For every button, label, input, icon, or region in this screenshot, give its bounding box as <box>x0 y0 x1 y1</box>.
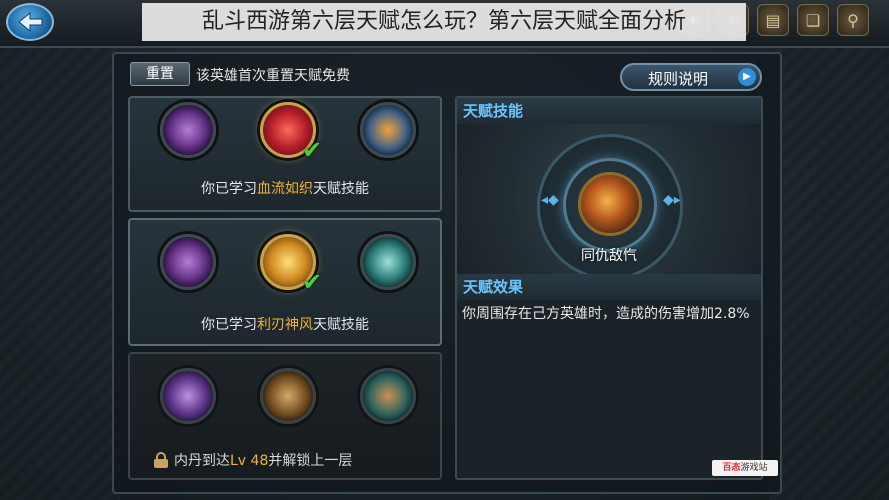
skill-section-title: 天赋技能 <box>457 98 761 124</box>
left-wing-icon: ◂◆ <box>541 192 559 208</box>
back-arrow-icon <box>18 11 43 33</box>
learned-text-row-2: 你已学习利刃神风天赋技能 <box>201 317 369 333</box>
spear-strike-skill-icon <box>260 368 316 424</box>
magnifier-icon[interactable]: ⚲ <box>837 4 869 36</box>
talent-row-1: ✔ 你已学习血流如织天赋技能 <box>128 96 442 212</box>
purple-sword-skill-icon[interactable] <box>160 102 216 158</box>
purple-sword-skill-icon[interactable] <box>160 234 216 290</box>
skill-showcase: ◂◆ ◆▸ 同仇敌忾 <box>457 124 761 274</box>
left-ornament <box>0 40 120 500</box>
scroll-icon[interactable]: ▤ <box>757 4 789 36</box>
gold-warrior-skill-icon[interactable] <box>360 102 416 158</box>
rules-button-label: 规则说明 <box>648 70 709 88</box>
book-icon[interactable]: ❏ <box>797 4 829 36</box>
reset-button[interactable]: 重置 <box>130 62 190 86</box>
back-button[interactable] <box>6 3 54 41</box>
talent-row-3-locked: 内丹到达Lv 48并解锁上一层 <box>128 352 442 480</box>
lock-icon <box>154 452 168 468</box>
teal-fighter-skill-icon <box>360 368 416 424</box>
teal-wind-skill-icon[interactable] <box>360 234 416 290</box>
article-title-overlay: 乱斗西游第六层天赋怎么玩？第六层天赋全面分析 <box>142 3 746 41</box>
reset-note: 该英雄首次重置天赋免费 <box>196 68 350 84</box>
site-watermark-logo: 百态游戏站 <box>712 460 778 476</box>
effect-description: 你周围存在己方英雄时，造成的伤害增加2.8% <box>462 306 750 322</box>
selected-skill-name: 同仇敌忾 <box>581 248 637 264</box>
play-arrow-icon: ▶ <box>738 68 756 86</box>
purple-slash-skill-icon <box>160 368 216 424</box>
right-ornament <box>769 40 889 500</box>
talent-row-2: ✔ 你已学习利刃神风天赋技能 <box>128 218 442 346</box>
learned-text-row-1: 你已学习血流如织天赋技能 <box>201 181 369 197</box>
talent-detail-panel: 天赋技能 ◂◆ ◆▸ 同仇敌忾 天赋效果 你周围存在己方英雄时，造成的伤害增加2… <box>455 96 763 480</box>
selected-skill-icon <box>578 172 642 236</box>
right-wing-icon: ◆▸ <box>663 192 681 208</box>
check-icon: ✔ <box>302 136 323 164</box>
unlock-requirement: 内丹到达Lv 48并解锁上一层 <box>154 450 352 470</box>
rules-button[interactable]: 规则说明 ▶ <box>620 63 762 91</box>
check-icon: ✔ <box>302 268 323 296</box>
effect-section-title: 天赋效果 <box>457 274 761 300</box>
